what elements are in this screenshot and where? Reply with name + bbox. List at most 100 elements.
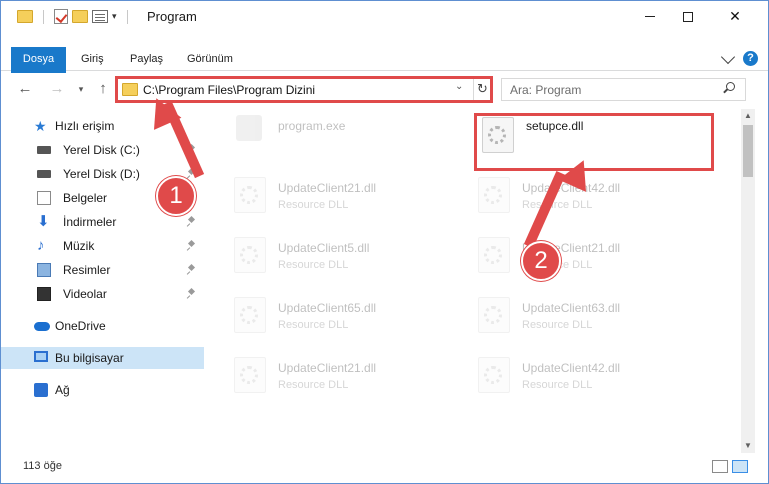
file-item[interactable]: UpdateClient63.dll Resource DLL xyxy=(450,289,690,345)
nav-item-label: Yerel Disk (C:) xyxy=(63,143,140,157)
toolbar-divider xyxy=(126,9,128,24)
dll-file-icon xyxy=(478,297,510,333)
nav-item-label: Belgeler xyxy=(63,191,108,205)
gear-icon xyxy=(240,306,258,324)
item-count: 113 öğe xyxy=(23,460,62,472)
nav-item-onedrive[interactable]: OneDrive xyxy=(1,315,204,337)
dll-file-icon xyxy=(478,237,510,273)
dll-file-icon xyxy=(234,297,266,333)
navigation-pane: ★ Hızlı erişim Yerel Disk (C:) Yerel Dis… xyxy=(1,109,206,453)
file-item[interactable]: UpdateClient21.dll Resource DLL xyxy=(206,349,446,405)
file-list: program.exe setupce.dll UpdateClient21.d… xyxy=(206,109,739,453)
close-button[interactable]: ✕ xyxy=(712,1,758,32)
file-item[interactable]: UpdateClient5.dll Resource DLL xyxy=(206,229,446,285)
maximize-icon xyxy=(683,11,693,22)
nav-item-label: İndirmeler xyxy=(63,215,117,229)
pin-icon[interactable] xyxy=(188,217,195,226)
file-type: Resource DLL xyxy=(278,319,349,331)
pin-icon[interactable] xyxy=(188,241,195,250)
file-type: Resource DLL xyxy=(522,199,593,211)
help-icon[interactable]: ? xyxy=(743,51,758,66)
nav-item-network[interactable]: Ağ xyxy=(1,379,204,401)
dll-file-icon xyxy=(234,237,266,273)
dll-file-icon xyxy=(478,357,510,393)
dll-file-icon xyxy=(478,177,510,213)
download-icon: ⬇ xyxy=(37,213,50,230)
file-item[interactable]: UpdateClient65.dll Resource DLL xyxy=(206,289,446,345)
search-box[interactable]: Ara: Program xyxy=(501,78,746,101)
cloud-icon xyxy=(34,322,50,331)
window-title: Program xyxy=(147,9,197,24)
file-name: program.exe xyxy=(278,119,346,133)
explorer-window: ▾ Program ✕ Dosya Giriş Paylaş Görünüm ?… xyxy=(0,0,769,484)
video-icon xyxy=(37,287,51,301)
nav-item-label: Müzik xyxy=(63,239,95,253)
pin-icon[interactable] xyxy=(188,265,195,274)
file-type: Resource DLL xyxy=(278,379,349,391)
step-callout-2: 2 xyxy=(521,241,561,281)
nav-item-label: OneDrive xyxy=(55,319,106,333)
ribbon-tabs: Dosya Giriş Paylaş Görünüm ? xyxy=(1,47,768,103)
search-placeholder: Ara: Program xyxy=(510,83,582,97)
forward-button[interactable]: → xyxy=(47,79,67,99)
nav-item-label: Videolar xyxy=(63,287,107,301)
file-item[interactable]: UpdateClient21.dll Resource DLL xyxy=(206,169,446,225)
nav-item-videos[interactable]: Videolar xyxy=(1,283,204,305)
pictures-icon xyxy=(37,263,51,277)
scroll-down-icon[interactable]: ▼ xyxy=(741,439,755,453)
nav-item-local-disk-c[interactable]: Yerel Disk (C:) xyxy=(1,139,204,161)
status-bar: 113 öğe xyxy=(1,453,768,483)
file-name: UpdateClient21.dll xyxy=(278,181,377,195)
gear-icon xyxy=(484,246,502,264)
nav-item-music[interactable]: ♪ Müzik xyxy=(1,235,204,257)
maximize-button[interactable] xyxy=(665,1,711,32)
step-callout-1: 1 xyxy=(156,176,196,216)
nav-item-pictures[interactable]: Resimler xyxy=(1,259,204,281)
folder-icon xyxy=(17,10,33,23)
new-folder-icon[interactable] xyxy=(72,10,88,23)
vertical-scrollbar[interactable]: ▲ ▼ xyxy=(741,109,755,453)
large-icons-view-icon[interactable] xyxy=(732,460,748,473)
file-name: UpdateClient21.dll xyxy=(278,361,377,375)
expand-ribbon-icon[interactable] xyxy=(720,49,736,64)
file-item-program-exe[interactable]: program.exe xyxy=(206,109,446,165)
nav-item-label: Bu bilgisayar xyxy=(55,351,124,365)
qat-dropdown-icon[interactable]: ▾ xyxy=(112,11,117,22)
scroll-up-icon[interactable]: ▲ xyxy=(741,109,755,123)
minimize-icon xyxy=(645,16,655,17)
dll-file-icon xyxy=(234,357,266,393)
up-button[interactable]: ↑ xyxy=(93,79,113,99)
gear-icon xyxy=(240,186,258,204)
tab-view[interactable]: Görünüm xyxy=(179,47,241,71)
drive-icon xyxy=(37,170,51,178)
properties-check-icon[interactable] xyxy=(54,9,68,24)
gear-icon xyxy=(484,366,502,384)
file-type: Resource DLL xyxy=(278,199,349,211)
recent-locations-button[interactable]: ▾ xyxy=(71,79,91,99)
tab-home[interactable]: Giriş xyxy=(73,47,112,71)
ribbon-right-controls: ? xyxy=(720,49,758,66)
title-bar: ▾ Program ✕ xyxy=(1,1,768,32)
file-name: UpdateClient42.dll xyxy=(522,361,621,375)
navigation-bar: ← → ▾ ↑ C:\Program Files\Program Dizini … xyxy=(1,73,768,105)
dll-file-icon xyxy=(234,177,266,213)
back-button[interactable]: ← xyxy=(15,79,35,99)
search-icon[interactable] xyxy=(726,82,735,91)
application-icon xyxy=(236,115,262,141)
nav-item-this-pc[interactable]: Bu bilgisayar xyxy=(1,347,204,369)
pin-icon[interactable] xyxy=(188,289,195,298)
file-item[interactable]: UpdateClient21.dll Resource DLL xyxy=(450,229,690,285)
gear-icon xyxy=(484,186,502,204)
customize-icon[interactable] xyxy=(92,10,108,23)
documents-icon xyxy=(37,191,51,205)
file-item[interactable]: UpdateClient42.dll Resource DLL xyxy=(450,349,690,405)
drive-icon xyxy=(37,146,51,154)
scrollbar-thumb[interactable] xyxy=(743,125,753,177)
gear-icon xyxy=(240,246,258,264)
toolbar-divider xyxy=(43,9,44,24)
details-view-icon[interactable] xyxy=(712,460,728,473)
gear-icon xyxy=(484,306,502,324)
file-name: UpdateClient65.dll xyxy=(278,301,377,315)
file-name: UpdateClient5.dll xyxy=(278,241,370,255)
tab-share[interactable]: Paylaş xyxy=(122,47,171,71)
